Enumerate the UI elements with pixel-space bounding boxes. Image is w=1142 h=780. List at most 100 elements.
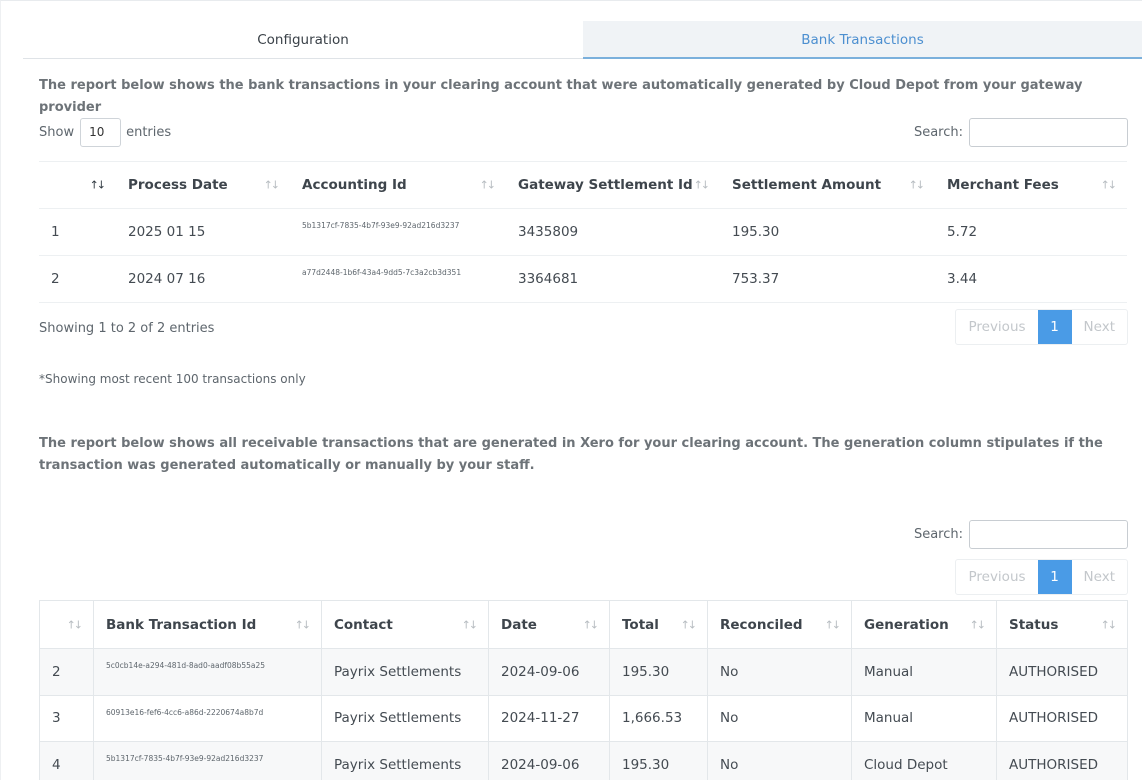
bank-transaction-id-text: 5b1317cf-7835-4b7f-93e9-92ad216d3237	[106, 754, 264, 763]
table-info: Showing 1 to 2 of 2 entries	[39, 321, 215, 336]
sort-icon: ↑↓	[908, 178, 926, 192]
sort-icon: ↑↓	[461, 618, 479, 631]
cell-settlement-amount: 195.30	[732, 224, 780, 240]
sort-icon: ↑↓	[969, 618, 987, 631]
section2-intro: The report below shows all receivable tr…	[39, 436, 1103, 473]
sort-icon: ↑↓	[479, 178, 497, 192]
sort-asc-icon: ↑↓	[89, 178, 107, 192]
column-header-contact[interactable]: Contact ↑↓	[321, 600, 489, 649]
cell-total: 1,666.53	[609, 695, 708, 742]
sort-icon: ↑↓	[294, 618, 312, 631]
next-button[interactable]: Next	[1072, 310, 1127, 344]
cell-status: AUTHORISED	[996, 648, 1128, 695]
cell-reconciled: No	[707, 648, 852, 695]
sort-icon: ↑↓	[263, 178, 281, 192]
column-header-bank-transaction-id[interactable]: Bank Transaction Id ↑↓	[93, 600, 322, 649]
tab-bar: Configuration Bank Transactions	[23, 21, 1142, 59]
tab-configuration[interactable]: Configuration	[23, 21, 583, 59]
sort-icon: ↑↓	[582, 618, 600, 631]
table-header-row: ↑↓ Process Date ↑↓ Accounting Id ↑↓ Gatewa…	[39, 161, 1127, 209]
cell-index: 3	[39, 695, 94, 742]
cell-index: 1	[51, 224, 60, 240]
column-header-date[interactable]: Date ↑↓	[488, 600, 610, 649]
page-1-button[interactable]: 1	[1037, 560, 1072, 594]
sort-icon: ↑↓	[693, 178, 711, 192]
column-label: Generation	[864, 616, 949, 633]
cell-total: 195.30	[609, 648, 708, 695]
cell-generation: Cloud Depot	[851, 741, 997, 780]
column-header-process-date[interactable]: Process Date ↑↓	[116, 162, 290, 209]
show-label: Show	[39, 125, 75, 140]
sort-icon: ↑↓	[1100, 178, 1118, 192]
table-row: 4 5b1317cf-7835-4b7f-93e9-92ad216d3237 P…	[39, 741, 1128, 780]
cell-accounting-id: a77d2448-1b6f-43a4-9dd5-7c3a2cb3d351	[290, 256, 506, 303]
table-row: 1 2025 01 15 5b1317cf-7835-4b7f-93e9-92a…	[39, 208, 1127, 256]
cell-status: AUTHORISED	[996, 695, 1128, 742]
column-label: Date	[501, 616, 537, 633]
cell-total: 195.30	[609, 741, 708, 780]
bank-transaction-id-text: 60913e16-fef6-4cc6-a86d-2220674a8b7d	[106, 707, 264, 717]
entries-length-control: Show 10 entries	[39, 118, 171, 147]
search-input[interactable]	[969, 520, 1128, 549]
cell-bank-transaction-id: 60913e16-fef6-4cc6-a86d-2220674a8b7d	[93, 695, 322, 742]
cell-contact: Payrix Settlements	[321, 648, 489, 695]
cell-index: 2	[51, 271, 60, 287]
entries-select[interactable]: 10	[80, 118, 122, 147]
accounting-id-text: a77d2448-1b6f-43a4-9dd5-7c3a2cb3d351	[302, 268, 462, 277]
cell-gateway-settlement-id: 3435809	[518, 224, 579, 240]
column-header-accounting-id[interactable]: Accounting Id ↑↓	[290, 162, 506, 209]
cell-index: 2	[39, 648, 94, 695]
column-header-total[interactable]: Total ↑↓	[609, 600, 708, 649]
column-header-reconciled[interactable]: Reconciled ↑↓	[707, 600, 852, 649]
cell-accounting-id: 5b1317cf-7835-4b7f-93e9-92ad216d3237	[290, 209, 506, 256]
page-1-button[interactable]: 1	[1037, 310, 1072, 344]
column-header-index[interactable]: ↑↓	[39, 600, 94, 649]
column-label: Merchant Fees	[947, 177, 1059, 193]
column-label: Bank Transaction Id	[106, 616, 257, 633]
cell-process-date: 2024 07 16	[128, 271, 206, 287]
bank-transaction-id-text: 5c0cb14e-a294-481d-8ad0-aadf08b55a25	[106, 661, 266, 670]
table-row: 2 5c0cb14e-a294-481d-8ad0-aadf08b55a25 P…	[39, 648, 1128, 695]
table-row: 3 60913e16-fef6-4cc6-a86d-2220674a8b7d P…	[39, 695, 1128, 742]
search-input[interactable]	[969, 118, 1128, 147]
cell-bank-transaction-id: 5b1317cf-7835-4b7f-93e9-92ad216d3237	[93, 741, 322, 780]
section2-pagination: Previous 1 Next	[955, 559, 1128, 595]
column-header-merchant-fees[interactable]: Merchant Fees ↑↓	[935, 162, 1127, 209]
search-label: Search:	[913, 125, 963, 140]
previous-button[interactable]: Previous	[956, 310, 1037, 344]
cell-generation: Manual	[851, 695, 997, 742]
column-label: Gateway Settlement Id	[518, 177, 693, 193]
cell-date: 2024-09-06	[488, 741, 610, 780]
column-header-status[interactable]: Status ↑↓	[996, 600, 1128, 649]
column-label: Contact	[334, 616, 393, 633]
tab-bank-transactions[interactable]: Bank Transactions	[583, 21, 1142, 59]
accounting-id-text: 5b1317cf-7835-4b7f-93e9-92ad216d3237	[302, 221, 460, 230]
sort-icon: ↑↓	[1100, 618, 1118, 631]
previous-button[interactable]: Previous	[956, 560, 1037, 594]
receivable-transactions-table: ↑↓ Bank Transaction Id ↑↓ Contact ↑↓ Date ↑…	[39, 600, 1128, 780]
column-header-gateway-settlement-id[interactable]: Gateway Settlement Id ↑↓	[506, 162, 720, 209]
cell-contact: Payrix Settlements	[321, 741, 489, 780]
cell-date: 2024-11-27	[488, 695, 610, 742]
sort-icon: ↑↓	[680, 618, 698, 631]
column-header-settlement-amount[interactable]: Settlement Amount ↑↓	[720, 162, 935, 209]
cell-bank-transaction-id: 5c0cb14e-a294-481d-8ad0-aadf08b55a25	[93, 648, 322, 695]
cell-contact: Payrix Settlements	[321, 695, 489, 742]
next-button[interactable]: Next	[1072, 560, 1127, 594]
cell-merchant-fees: 5.72	[947, 224, 978, 240]
column-label: Total	[622, 616, 659, 633]
search-label: Search:	[913, 527, 963, 542]
cell-status: AUTHORISED	[996, 741, 1128, 780]
section1-pagination: Previous 1 Next	[955, 309, 1128, 345]
table-header-row: ↑↓ Bank Transaction Id ↑↓ Contact ↑↓ Date ↑…	[39, 600, 1128, 649]
entries-label: entries	[126, 125, 172, 140]
column-header-index[interactable]: ↑↓	[39, 162, 116, 209]
bank-transactions-table: ↑↓ Process Date ↑↓ Accounting Id ↑↓ Gatewa…	[39, 161, 1127, 303]
cell-merchant-fees: 3.44	[947, 271, 978, 287]
cell-gateway-settlement-id: 3364681	[518, 271, 579, 287]
column-header-generation[interactable]: Generation ↑↓	[851, 600, 997, 649]
column-label: Status	[1009, 616, 1059, 633]
cell-reconciled: No	[707, 695, 852, 742]
cell-process-date: 2025 01 15	[128, 224, 206, 240]
cell-index: 4	[39, 741, 94, 780]
